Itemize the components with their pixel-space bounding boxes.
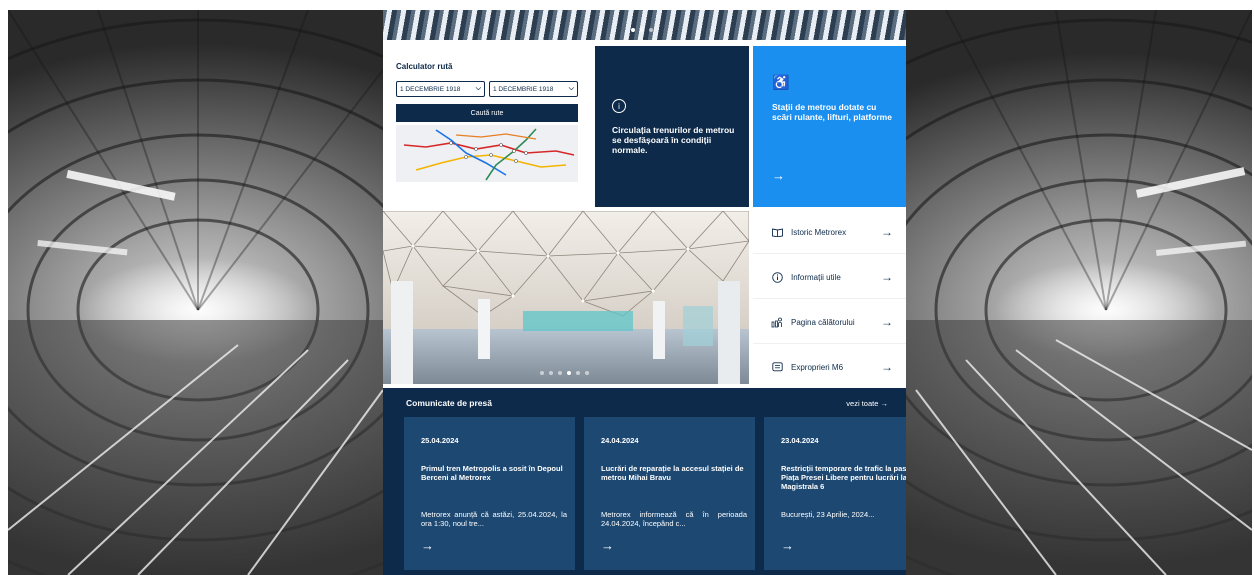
hero-banner[interactable] [383,10,906,40]
arrow-right-icon: → [421,538,434,553]
hero-carousel-dot[interactable] [631,28,635,32]
station-photo [383,211,749,384]
chevron-down-icon: ⌵ [475,85,481,92]
arrow-right-icon: → [772,168,785,183]
arrow-right-icon: → [881,360,893,374]
chevron-down-icon: ⌵ [568,85,574,92]
press-releases-section: Comunicate de presă vezi toate → 25.04.2… [383,388,906,575]
traffic-status-card[interactable]: i Circulația trenurilor de metrou se des… [595,46,749,207]
arrow-right-icon: → [881,225,893,239]
link-label: Informații utile [791,272,841,282]
link-informatii-utile[interactable]: Informații utile → [753,256,906,299]
press-excerpt: Metrorex anunță că astăzi, 25.04.2024, l… [421,510,567,528]
press-excerpt: București, 23 Aprilie, 2024... [781,510,875,519]
hero-carousel-dot[interactable] [649,28,653,32]
tunnel-ribs-left [8,10,383,575]
gallery-carousel-dot[interactable] [576,371,580,375]
metro-map-graphic [396,125,578,182]
to-station-value: 1 DECEMBRIE 1918 [493,85,554,93]
gallery-carousel-dot[interactable] [549,371,553,375]
gallery-carousel-dot[interactable] [558,371,562,375]
info-icon: i [612,99,626,113]
see-all-link[interactable]: vezi toate → [846,399,888,408]
press-date: 23.04.2024 [781,436,819,445]
press-excerpt: Metrorex informează că în perioada 24.04… [601,510,747,528]
from-station-value: 1 DECEMBRIE 1918 [400,85,461,93]
traveler-icon [769,317,785,328]
main-column: Calculator rută 1 DECEMBRIE 1918 ⌵ 1 DEC… [383,10,906,575]
arrow-right-icon: → [880,399,889,408]
background-tunnel-right [906,10,1252,575]
hero-carousel-dots [631,28,653,32]
press-section-title: Comunicate de presă [406,398,492,408]
document-icon [769,361,785,373]
accessibility-card[interactable]: ♿ Stații de metrou dotate cu scări rulan… [753,46,906,207]
book-icon [769,227,785,237]
metro-map-thumbnail[interactable] [396,125,578,182]
press-date: 24.04.2024 [601,436,639,445]
press-title: Restricții temporare de trafic la pasaju… [781,464,906,491]
press-cards: 25.04.2024 Primul tren Metropolis a sosi… [404,417,906,570]
press-date: 25.04.2024 [421,436,459,445]
search-routes-button[interactable]: Caută rute [396,104,578,122]
background-tunnel-left [8,10,383,575]
arrow-right-icon: → [781,538,794,553]
see-all-label: vezi toate [846,399,879,408]
press-title: Lucrări de reparație la accesul stației … [601,464,744,482]
press-card[interactable]: 25.04.2024 Primul tren Metropolis a sosi… [404,417,575,570]
route-calculator-title: Calculator rută [396,62,453,71]
gallery-carousel-dot[interactable] [567,371,571,375]
arrow-right-icon: → [881,270,893,284]
gallery-carousel-dots [540,371,589,375]
press-card[interactable]: 24.04.2024 Lucrări de reparație la acces… [584,417,755,570]
gallery-carousel-dot[interactable] [540,371,544,375]
arrow-right-icon: → [881,315,893,329]
link-exproprieri-m6[interactable]: Exproprieri M6 → [753,346,906,389]
accessibility-text: Stații de metrou dotate cu scări rulante… [772,102,892,122]
link-istoric-metrorex[interactable]: Istoric Metrorex → [753,211,906,254]
gallery-carousel-dot[interactable] [585,371,589,375]
wheelchair-icon: ♿ [772,74,790,90]
info-icon [769,271,785,283]
to-station-select[interactable]: 1 DECEMBRIE 1918 ⌵ [489,81,578,97]
link-label: Exproprieri M6 [791,362,844,372]
tunnel-ribs-right [906,10,1252,575]
link-pagina-calatorului[interactable]: Pagina călătorului → [753,301,906,344]
quick-links: Istoric Metrorex → Informații utile → Pa… [753,211,906,391]
route-calculator: Calculator rută 1 DECEMBRIE 1918 ⌵ 1 DEC… [396,62,578,182]
arrow-right-icon: → [601,538,614,553]
link-label: Istoric Metrorex [791,227,847,237]
link-label: Pagina călătorului [791,317,855,327]
press-card[interactable]: 23.04.2024 Restricții temporare de trafi… [764,417,906,570]
from-station-select[interactable]: 1 DECEMBRIE 1918 ⌵ [396,81,485,97]
station-selects: 1 DECEMBRIE 1918 ⌵ 1 DECEMBRIE 1918 ⌵ [396,81,578,97]
hero-carousel-dot[interactable] [640,28,644,32]
traffic-status-text: Circulația trenurilor de metrou se desfă… [612,125,735,155]
press-title: Primul tren Metropolis a sosit în Depoul… [421,464,563,482]
station-photo-carousel[interactable] [383,211,749,384]
